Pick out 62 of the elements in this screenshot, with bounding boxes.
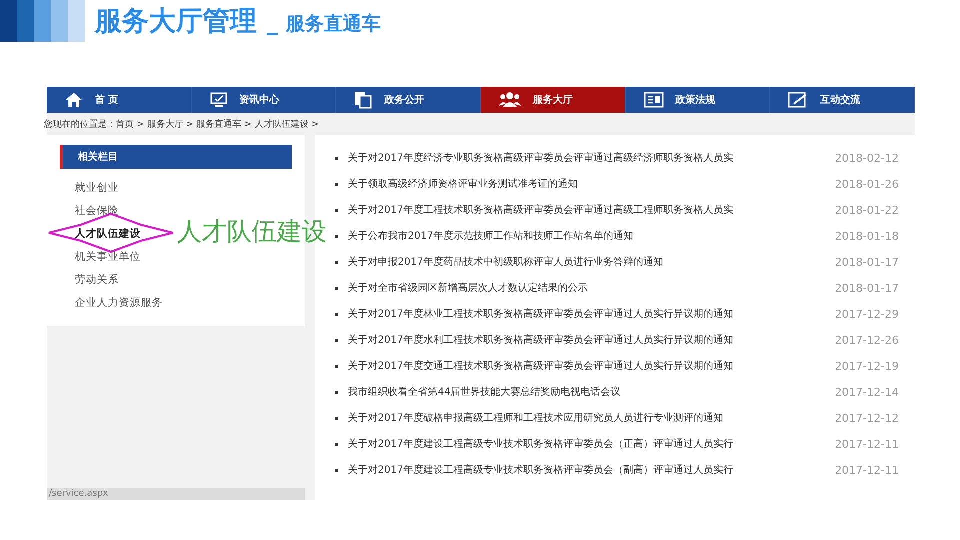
bullet-icon [335, 260, 338, 264]
bullet-icon [335, 364, 338, 368]
news-link[interactable]: 关于对2017年度林业工程技术职务资格高级评审委员会评审通过人员实行异议期的通知 [348, 307, 836, 321]
bullet-icon [335, 312, 338, 316]
nav-tab[interactable]: 政策法规 [626, 87, 770, 113]
news-link[interactable]: 关于对2017年度建设工程高级专业技术职务资格评审委员会（正高）评审通过人员实行 [348, 437, 836, 451]
newspaper-icon [644, 92, 664, 108]
slide-title: 服务大厅管理 [95, 5, 257, 39]
sidebar-item[interactable]: 机关事业单位 [75, 246, 141, 269]
news-date: 2018-01-17 [835, 256, 899, 268]
status-bar: /service.aspx [47, 488, 305, 500]
news-link[interactable]: 关于对2017年度工程技术职务资格高级评审委员会评审通过高级工程师职务资格人员实 [348, 203, 836, 217]
monitor-icon [210, 92, 228, 108]
news-date: 2018-02-12 [835, 152, 899, 164]
bullet-icon [335, 234, 338, 238]
news-link[interactable]: 关于对2017年度经济专业职务资格高级评审委员会评审通过高级经济师职务资格人员实 [348, 151, 836, 165]
news-date: 2018-01-18 [835, 230, 899, 242]
slide-subtitle: 服务直通车 [286, 12, 381, 37]
news-link[interactable]: 关于公布我市2017年度示范技师工作站和技师工作站名单的通知 [348, 229, 836, 243]
news-date: 2018-01-17 [835, 282, 899, 294]
nav-tab[interactable]: 政务公开 [336, 87, 482, 113]
bullet-icon [335, 338, 338, 342]
news-date: 2017-12-19 [835, 360, 899, 372]
news-date: 2017-12-26 [835, 334, 899, 346]
sidebar-item[interactable]: 劳动关系 [75, 269, 119, 292]
nav-tab[interactable]: 服务大厅 [481, 87, 626, 113]
bullet-icon [335, 468, 338, 472]
news-link[interactable]: 关于对申报2017年度药品技术中初级职称评审人员进行业务答辩的通知 [348, 255, 836, 269]
nav-tab[interactable]: 互动交流 [770, 87, 916, 113]
bullet-icon [335, 182, 338, 186]
sidebar-item[interactable]: 企业人力资源服务 [75, 292, 163, 315]
bullet-icon [335, 442, 338, 446]
document-icon [354, 91, 372, 109]
bullet-icon [335, 208, 338, 212]
news-link[interactable]: 关于对2017年度破格申报高级工程师和工程技术应用研究员人员进行专业测评的通知 [348, 411, 836, 425]
people-icon [499, 92, 522, 108]
nav-tab[interactable]: 首 页 [47, 87, 192, 113]
news-link[interactable]: 关于对2017年度建设工程高级专业技术职务资格评审委员会（副高）评审通过人员实行 [348, 463, 836, 477]
callout-text: 人才队伍建设 [177, 216, 327, 248]
news-date: 2017-12-14 [835, 386, 899, 398]
news-link[interactable]: 我市组织收看全省第44届世界技能大赛总结奖励电视电话会议 [348, 385, 836, 399]
news-link[interactable]: 关于领取高级经济师资格评审业务测试准考证的通知 [348, 177, 836, 191]
bullet-icon [335, 416, 338, 420]
news-link[interactable]: 关于对全市省级园区新增高层次人才数认定结果的公示 [348, 281, 836, 295]
bullet-icon [335, 390, 338, 394]
news-link[interactable]: 关于对2017年度水利工程技术职务资格高级评审委员会评审通过人员实行异议期的通知 [348, 333, 836, 347]
news-date: 2017-12-11 [835, 438, 899, 450]
news-link[interactable]: 关于对2017年度交通工程技术职务资格高级评审委员会评审通过人员实行异议期的通知 [348, 359, 836, 373]
bullet-icon [335, 156, 338, 160]
home-icon [65, 92, 83, 108]
news-date: 2018-01-26 [835, 178, 899, 190]
sidebar-item[interactable]: 就业创业 [75, 177, 119, 200]
breadcrumb: 您现在的位置是：首页 > 服务大厅 > 服务直通车 > 人才队伍建设 > [44, 118, 320, 130]
news-date: 2017-12-12 [835, 412, 899, 424]
pen-board-icon [788, 92, 808, 108]
sidebar-heading: 相关栏目 [60, 145, 292, 169]
news-date: 2017-12-29 [835, 308, 899, 320]
news-date: 2018-01-22 [835, 204, 899, 216]
news-date: 2017-12-11 [835, 464, 899, 476]
nav-tab[interactable]: 资讯中心 [192, 87, 336, 113]
bullet-icon [335, 286, 338, 290]
title-separator: _ [267, 10, 278, 38]
